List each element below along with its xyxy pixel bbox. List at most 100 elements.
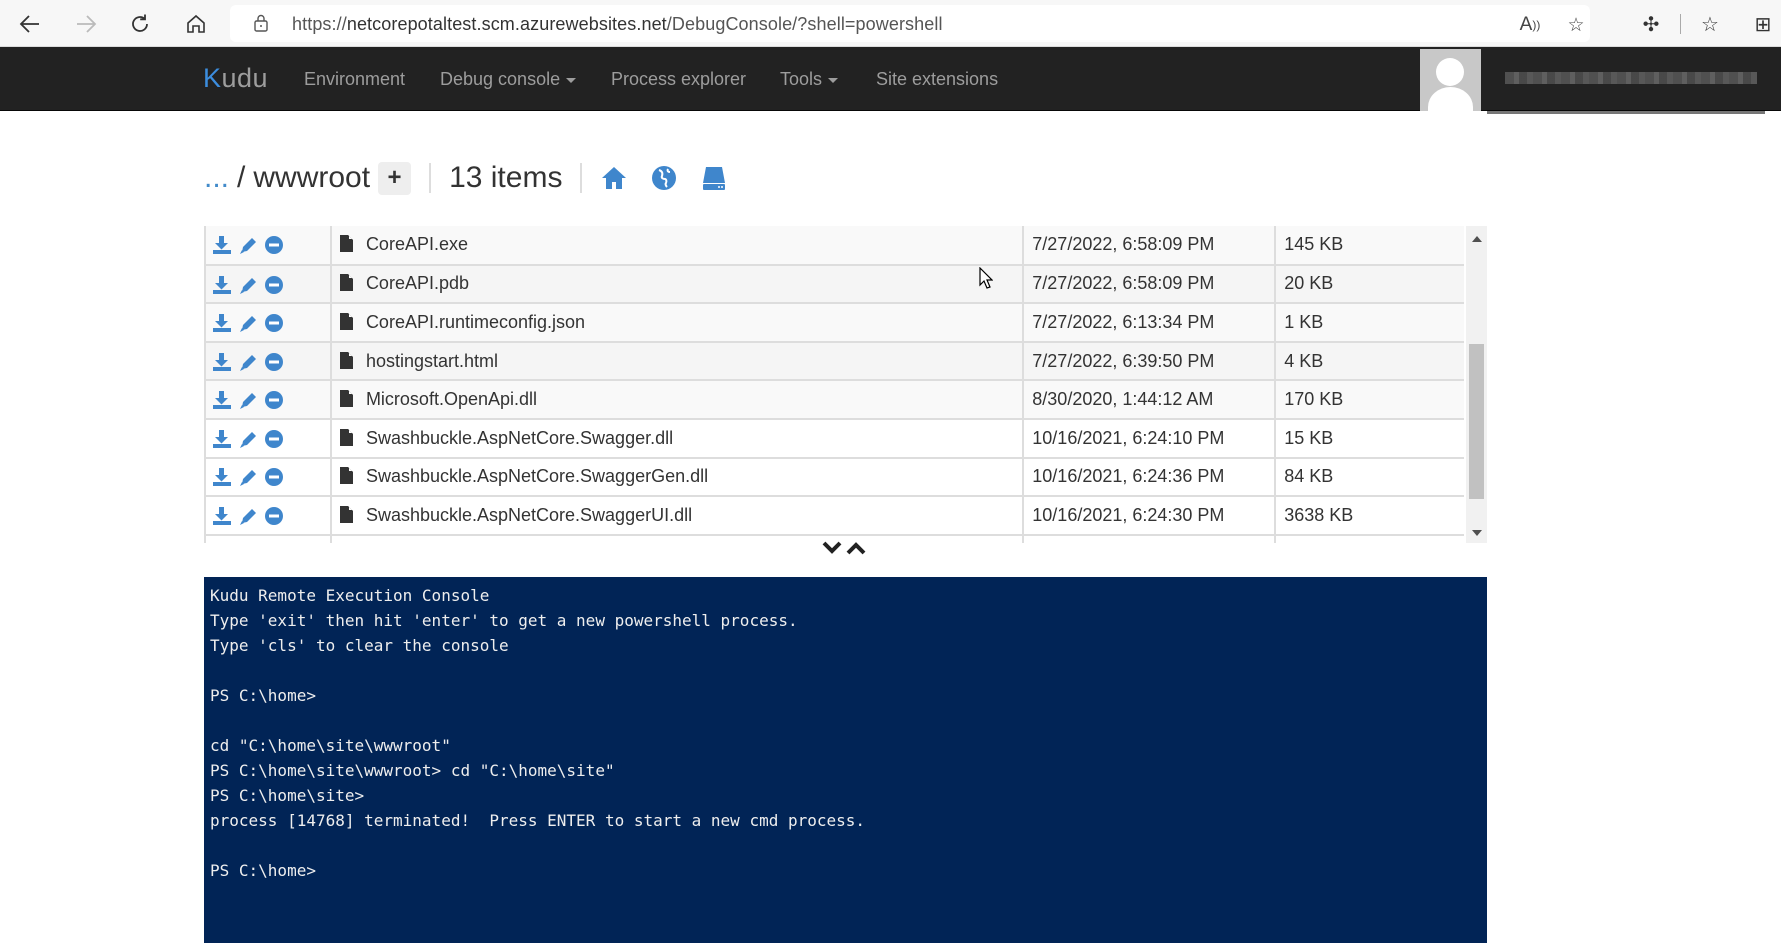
read-aloud-icon[interactable]: A)) xyxy=(1517,12,1543,38)
file-name[interactable]: Microsoft.OpenApi.dll xyxy=(366,389,537,409)
file-row: Swashbuckle.AspNetCore.Swagger.dll 10/16… xyxy=(204,417,1464,458)
scroll-down-arrow[interactable] xyxy=(1472,530,1482,536)
nav-debug-console[interactable]: Debug console xyxy=(440,69,577,90)
address-bar[interactable]: https://netcorepotaltest.scm.azurewebsit… xyxy=(230,5,1590,42)
size-cell: 4 KB xyxy=(1274,340,1464,381)
item-count: 13 items xyxy=(449,161,563,194)
size-cell: 15 KB xyxy=(1274,417,1464,458)
file-name[interactable]: CoreAPI.pdb xyxy=(366,273,469,293)
file-list-scrollbar[interactable] xyxy=(1466,226,1487,543)
download-icon[interactable] xyxy=(212,390,232,410)
browser-toolbar: https://netcorepotaltest.scm.azurewebsit… xyxy=(0,0,1781,47)
back-icon xyxy=(19,15,39,33)
forward-button[interactable] xyxy=(70,8,102,40)
file-name-cell[interactable]: CoreAPI.pdb xyxy=(329,263,1024,304)
nav-site-extensions[interactable]: Site extensions xyxy=(876,69,998,90)
favorites-icon[interactable]: ☆ xyxy=(1695,9,1725,39)
file-name-cell[interactable]: web.config xyxy=(329,533,1024,543)
chevron-down-icon xyxy=(822,541,842,554)
row-actions xyxy=(204,340,331,381)
nav-environment[interactable]: Environment xyxy=(304,69,405,90)
delete-icon[interactable] xyxy=(264,429,284,449)
modified-cell: 7/27/2022, 6:39:50 PM xyxy=(1022,340,1276,381)
download-icon[interactable] xyxy=(212,352,232,372)
expand-up-button[interactable] xyxy=(846,541,866,559)
refresh-button[interactable] xyxy=(124,8,156,40)
delete-icon[interactable] xyxy=(264,235,284,255)
download-icon[interactable] xyxy=(212,429,232,449)
avatar-body xyxy=(1428,87,1473,111)
delete-icon[interactable] xyxy=(264,352,284,372)
file-name[interactable]: Swashbuckle.AspNetCore.Swagger.dll xyxy=(366,428,673,448)
file-name[interactable]: CoreAPI.exe xyxy=(366,234,468,254)
delete-icon[interactable] xyxy=(264,467,284,487)
chevron-down-icon xyxy=(828,77,839,83)
nav-process-explorer[interactable]: Process explorer xyxy=(611,69,746,90)
kudu-logo[interactable]: Kudu xyxy=(203,63,268,94)
row-actions xyxy=(204,417,331,458)
download-icon[interactable] xyxy=(212,467,232,487)
chevron-down-icon xyxy=(566,77,577,83)
collections-icon[interactable]: ⊞ xyxy=(1748,9,1778,39)
file-icon xyxy=(339,235,353,253)
file-name-cell[interactable]: Swashbuckle.AspNetCore.SwaggerGen.dll xyxy=(329,456,1024,497)
file-row: CoreAPI.runtimeconfig.json 7/27/2022, 6:… xyxy=(204,302,1464,342)
edit-icon[interactable] xyxy=(238,506,258,526)
drive-icon[interactable] xyxy=(700,164,728,192)
size-cell: 20 KB xyxy=(1274,263,1464,304)
file-row: Microsoft.OpenApi.dll 8/30/2020, 1:44:12… xyxy=(204,379,1464,419)
file-name-cell[interactable]: CoreAPI.exe xyxy=(329,226,1024,265)
row-actions xyxy=(204,495,331,535)
download-icon[interactable] xyxy=(212,313,232,333)
edit-icon[interactable] xyxy=(238,352,258,372)
size-cell: 1 KB xyxy=(1274,533,1464,543)
plus-icon: + xyxy=(387,164,402,191)
breadcrumb-parent-link[interactable]: ... xyxy=(204,161,229,195)
file-name-cell[interactable]: hostingstart.html xyxy=(329,340,1024,381)
file-name-cell[interactable]: CoreAPI.runtimeconfig.json xyxy=(329,302,1024,342)
file-row: CoreAPI.pdb 7/27/2022, 6:58:09 PM 20 KB xyxy=(204,263,1464,304)
powershell-console[interactable]: Kudu Remote Execution Console Type 'exit'… xyxy=(204,577,1487,943)
console-line: PS C:\home\site\wwwroot> cd "C:\home\sit… xyxy=(210,761,615,780)
delete-icon[interactable] xyxy=(264,313,284,333)
file-name-cell[interactable]: Microsoft.OpenApi.dll xyxy=(329,379,1024,419)
file-name[interactable]: Swashbuckle.AspNetCore.SwaggerUI.dll xyxy=(366,505,692,525)
file-name-cell[interactable]: Swashbuckle.AspNetCore.SwaggerUI.dll xyxy=(329,495,1024,535)
delete-icon[interactable] xyxy=(264,275,284,295)
url-text: https://netcorepotaltest.scm.azurewebsit… xyxy=(292,14,943,34)
file-name[interactable]: CoreAPI.runtimeconfig.json xyxy=(366,312,585,332)
scroll-up-arrow[interactable] xyxy=(1472,236,1482,242)
nav-tools[interactable]: Tools xyxy=(780,69,839,90)
home-icon xyxy=(187,14,205,33)
back-button[interactable] xyxy=(14,8,46,40)
download-icon[interactable] xyxy=(212,506,232,526)
delete-icon[interactable] xyxy=(264,506,284,526)
home-button[interactable] xyxy=(180,8,212,40)
file-name[interactable]: Swashbuckle.AspNetCore.SwaggerGen.dll xyxy=(366,466,708,486)
add-item-button[interactable]: + xyxy=(378,161,412,195)
collapse-down-button[interactable] xyxy=(822,541,842,559)
size-cell: 84 KB xyxy=(1274,456,1464,497)
edit-icon[interactable] xyxy=(238,235,258,255)
file-name-cell[interactable]: Swashbuckle.AspNetCore.Swagger.dll xyxy=(329,417,1024,458)
download-icon[interactable] xyxy=(212,235,232,255)
home-icon[interactable] xyxy=(600,164,628,192)
user-email-redacted[interactable] xyxy=(1505,72,1757,84)
edit-icon[interactable] xyxy=(238,390,258,410)
modified-cell: 7/27/2022, 6:13:34 PM xyxy=(1022,302,1276,342)
extensions-icon[interactable]: ✣ xyxy=(1636,9,1666,39)
globe-icon[interactable] xyxy=(650,164,678,192)
download-icon[interactable] xyxy=(212,275,232,295)
edit-icon[interactable] xyxy=(238,429,258,449)
console-line: process [14768] terminated! Press ENTER … xyxy=(210,811,866,830)
file-name[interactable]: hostingstart.html xyxy=(366,351,498,371)
scroll-thumb[interactable] xyxy=(1469,344,1484,499)
edit-icon[interactable] xyxy=(238,467,258,487)
add-favorite-icon[interactable]: ☆ xyxy=(1563,12,1589,38)
edit-icon[interactable] xyxy=(238,275,258,295)
breadcrumb-separator: / xyxy=(237,161,246,194)
delete-icon[interactable] xyxy=(264,390,284,410)
avatar[interactable] xyxy=(1420,49,1481,111)
edit-icon[interactable] xyxy=(238,313,258,333)
